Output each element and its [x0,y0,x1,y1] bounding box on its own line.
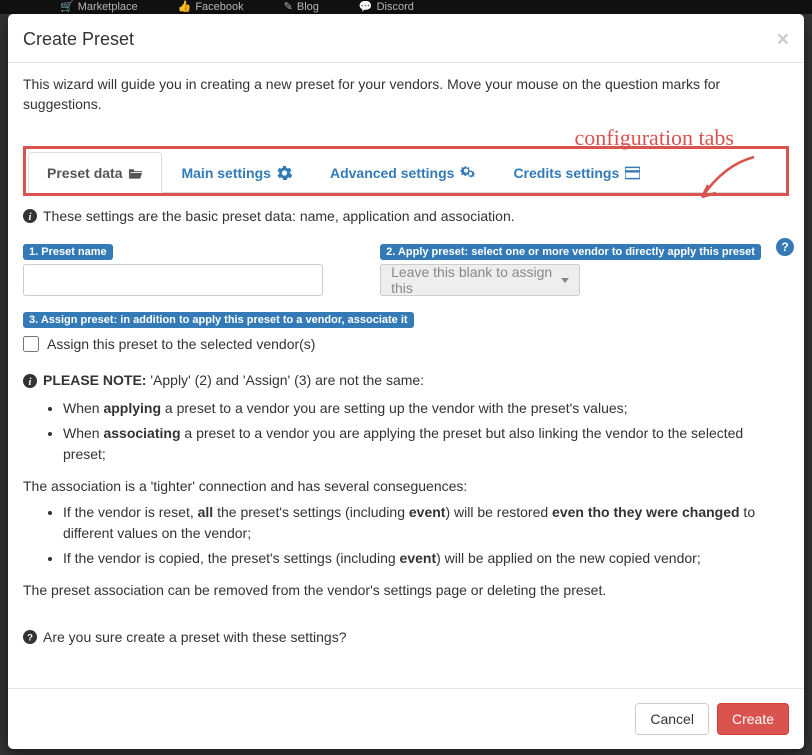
create-preset-modal: Create Preset × This wizard will guide y… [8,14,804,749]
gears-icon [460,166,475,180]
section-description: i These settings are the basic preset da… [23,208,789,224]
svg-text:i: i [29,212,32,223]
chevron-down-icon [561,278,569,283]
section-description-text: These settings are the basic preset data… [43,208,515,224]
apply-preset-field: 2. Apply preset: select one or more vend… [380,242,789,296]
info-icon: i [23,374,37,388]
modal-body: This wizard will guide you in creating a… [8,63,804,688]
note-paragraph: The association is a 'tighter' connectio… [23,476,789,498]
assign-preset-label: 3. Assign preset: in addition to apply t… [23,312,414,328]
assign-preset-checkbox[interactable] [23,336,39,352]
preset-name-input[interactable] [23,264,323,296]
config-tabs: Preset data Main settings Advanced setti… [28,152,784,193]
note-item: If the vendor is reset, all the preset's… [63,502,789,545]
annotation-arrow-icon [694,155,764,205]
folder-open-icon [128,166,143,180]
apply-preset-placeholder: Leave this blank to assign this [391,264,561,296]
tab-label: Advanced settings [330,165,454,181]
tabs-highlight-box: Preset data Main settings Advanced setti… [23,146,789,196]
nav-discord[interactable]: 💬 Discord [359,0,414,13]
create-button[interactable]: Create [717,703,789,735]
preset-name-label: 1. Preset name [23,244,113,260]
credit-card-icon [625,166,640,180]
tab-main-settings[interactable]: Main settings [162,152,310,193]
tab-label: Preset data [47,165,122,181]
modal-footer: Cancel Create [8,688,804,749]
tab-credits-settings[interactable]: Credits settings [494,152,659,193]
note-paragraph: The preset association can be removed fr… [23,580,789,602]
please-note-heading: PLEASE NOTE: [43,372,146,388]
apply-preset-label: 2. Apply preset: select one or more vend… [380,244,761,260]
help-icon[interactable]: ? [776,238,794,256]
tab-preset-data[interactable]: Preset data [28,152,162,193]
nav-marketplace[interactable]: 🛒 Marketplace [60,0,138,13]
tab-label: Main settings [181,165,270,181]
apply-preset-select[interactable]: Leave this blank to assign this [380,264,580,296]
close-icon[interactable]: × [777,29,789,50]
note-item: If the vendor is copied, the preset's se… [63,548,789,570]
gear-icon [277,166,292,180]
top-nav-fragment: 🛒 Marketplace 👍 Facebook ✎ Blog 💬 Discor… [0,0,812,14]
please-note-block: i PLEASE NOTE: 'Apply' (2) and 'Assign' … [23,370,789,601]
question-icon: ? [23,630,37,644]
modal-title: Create Preset [23,29,134,50]
nav-blog[interactable]: ✎ Blog [284,0,319,13]
tab-label: Credits settings [513,165,619,181]
svg-text:i: i [29,377,32,388]
confirm-text: Are you sure create a preset with these … [43,629,347,645]
cancel-button[interactable]: Cancel [635,703,709,735]
tab-advanced-settings[interactable]: Advanced settings [311,152,494,193]
note-item: When associating a preset to a vendor yo… [63,423,789,466]
wizard-intro: This wizard will guide you in creating a… [23,75,789,114]
annotation-label: configuration tabs [575,125,734,151]
info-icon: i [23,209,37,223]
confirm-prompt: ? Are you sure create a preset with thes… [23,629,789,645]
assign-preset-checkbox-label: Assign this preset to the selected vendo… [47,336,315,352]
note-item: When applying a preset to a vendor you a… [63,398,789,420]
preset-name-field: 1. Preset name [23,242,350,296]
nav-facebook[interactable]: 👍 Facebook [178,0,244,13]
svg-text:?: ? [27,633,33,644]
modal-header: Create Preset × [8,14,804,63]
